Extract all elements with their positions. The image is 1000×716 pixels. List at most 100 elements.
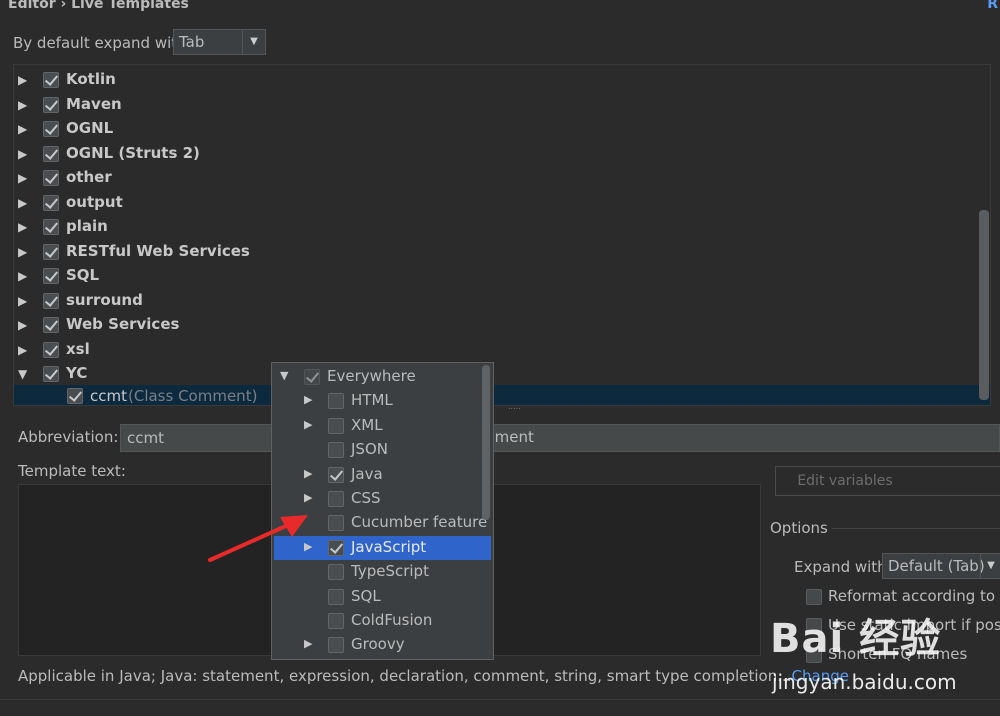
reset-link[interactable]: R: [987, 0, 998, 12]
context-checkbox[interactable]: [328, 442, 344, 459]
collapsed-arrow-icon[interactable]: ▶: [304, 393, 312, 406]
context-checkbox[interactable]: [328, 564, 344, 581]
context-label: CSS: [351, 489, 381, 507]
context-item-coldfusion[interactable]: ColdFusion: [274, 609, 491, 633]
collapsed-arrow-icon[interactable]: ▶: [304, 637, 312, 650]
tree-item-ccmt[interactable]: ccmt (Class Comment): [14, 385, 990, 405]
collapsed-arrow-icon[interactable]: ▶: [18, 318, 27, 332]
red-arrow-icon: [208, 515, 308, 562]
group-label: RESTful Web Services: [66, 241, 250, 260]
context-label: Java: [351, 464, 383, 483]
context-label: SQL: [351, 586, 381, 605]
tree-group-web-services[interactable]: ▶ Web Services: [14, 314, 990, 338]
context-item-json[interactable]: JSON: [274, 438, 491, 462]
collapsed-arrow-icon[interactable]: ▶: [18, 269, 27, 283]
template-abbr: ccmt: [90, 387, 127, 405]
tree-group-kotlin[interactable]: ▶ Kotlin: [14, 69, 990, 93]
group-label: surround: [66, 290, 143, 309]
context-checkbox[interactable]: [328, 588, 344, 605]
context-checkbox[interactable]: [304, 369, 320, 385]
abbreviation-label: Abbreviation:: [18, 428, 119, 446]
tree-group-maven[interactable]: ▶ Maven: [14, 94, 990, 118]
context-label: Everywhere: [327, 367, 416, 385]
context-item-html[interactable]: ▶ HTML: [274, 389, 491, 413]
collapsed-arrow-icon[interactable]: ▶: [18, 98, 27, 112]
tree-group-plain[interactable]: ▶ plain: [14, 216, 990, 240]
reformat-checkbox[interactable]: [806, 589, 822, 605]
context-checkbox[interactable]: [328, 613, 344, 629]
tree-group-output[interactable]: ▶ output: [14, 192, 990, 216]
group-checkbox[interactable]: [43, 366, 59, 382]
context-checkbox[interactable]: [328, 491, 344, 507]
group-label: plain: [66, 217, 108, 235]
context-item-xml[interactable]: ▶ XML: [274, 414, 491, 438]
tree-scrollbar[interactable]: [979, 210, 989, 400]
edit-variables-button[interactable]: Edit variables: [775, 466, 1000, 496]
context-checkbox[interactable]: [328, 637, 344, 654]
group-checkbox[interactable]: [43, 121, 59, 137]
chevron-down-icon: ▼: [242, 30, 265, 54]
collapsed-arrow-icon[interactable]: ▶: [304, 418, 312, 431]
context-checkbox[interactable]: [328, 539, 344, 556]
popup-scrollbar[interactable]: [482, 365, 490, 520]
expand-with-select[interactable]: Tab ▼: [173, 29, 266, 55]
expanded-arrow-icon[interactable]: ▼: [280, 369, 288, 382]
tree-group-sql[interactable]: ▶ SQL: [14, 265, 990, 289]
group-label: Maven: [66, 94, 122, 113]
context-checkbox[interactable]: [328, 515, 344, 532]
group-checkbox[interactable]: [43, 243, 59, 260]
options-label: Options: [770, 519, 828, 537]
collapsed-arrow-icon[interactable]: ▶: [18, 220, 27, 234]
baidu-watermark-url: jingyan.baidu.com: [772, 670, 957, 694]
abbreviation-input[interactable]: ccmt: [120, 424, 1000, 452]
collapsed-arrow-icon[interactable]: ▶: [18, 294, 27, 308]
collapsed-arrow-icon[interactable]: ▶: [18, 245, 27, 259]
group-checkbox[interactable]: [43, 219, 59, 235]
group-checkbox[interactable]: [43, 341, 59, 358]
context-item-sql[interactable]: SQL: [274, 585, 491, 609]
context-checkbox[interactable]: [328, 393, 344, 410]
context-item-everywhere[interactable]: ▼ Everywhere: [274, 365, 491, 389]
tree-group-restful-web-services[interactable]: ▶ RESTful Web Services: [14, 241, 990, 265]
templates-tree[interactable]: ▶ Kotlin ▶ Maven ▶ OGNL ▶ OGNL (Struts 2) ▶ other…: [13, 64, 991, 406]
collapsed-arrow-icon[interactable]: ▶: [18, 122, 27, 136]
group-label: OGNL: [66, 119, 114, 137]
bottom-divider: [0, 699, 1000, 700]
tree-group-ognl-struts-2-[interactable]: ▶ OGNL (Struts 2): [14, 143, 990, 167]
context-item-groovy[interactable]: ▶ Groovy: [274, 633, 491, 657]
group-checkbox[interactable]: [43, 317, 59, 333]
expand-with-value: Tab: [179, 33, 205, 51]
tree-group-yc[interactable]: ▼ YC: [14, 363, 990, 387]
group-checkbox[interactable]: [43, 72, 59, 88]
collapsed-arrow-icon[interactable]: ▶: [18, 147, 27, 161]
group-checkbox[interactable]: [43, 96, 59, 113]
expanded-arrow-icon[interactable]: ▼: [18, 367, 27, 381]
group-checkbox[interactable]: [43, 292, 59, 309]
collapsed-arrow-icon[interactable]: ▶: [18, 343, 27, 357]
collapsed-arrow-icon[interactable]: ▶: [304, 467, 312, 480]
tree-group-ognl[interactable]: ▶ OGNL: [14, 118, 990, 142]
group-checkbox[interactable]: [43, 145, 59, 162]
collapsed-arrow-icon[interactable]: ▶: [304, 491, 312, 504]
group-label: OGNL (Struts 2): [66, 143, 200, 162]
collapsed-arrow-icon[interactable]: ▶: [18, 73, 27, 87]
group-checkbox[interactable]: [43, 194, 59, 211]
context-label: JavaScript: [351, 537, 427, 556]
tree-group-other[interactable]: ▶ other: [14, 167, 990, 191]
applicable-contexts: Applicable in Java; Java: statement, exp…: [18, 667, 849, 685]
tree-group-surround[interactable]: ▶ surround: [14, 290, 990, 314]
context-checkbox[interactable]: [328, 466, 344, 483]
group-checkbox[interactable]: [43, 170, 59, 186]
resize-handle-icon[interactable]: .....: [508, 402, 521, 411]
context-checkbox[interactable]: [328, 417, 344, 434]
tree-group-xsl[interactable]: ▶ xsl: [14, 339, 990, 363]
checkbox-ccmt[interactable]: [67, 388, 83, 404]
collapsed-arrow-icon[interactable]: ▶: [18, 171, 27, 185]
collapsed-arrow-icon[interactable]: ▶: [18, 196, 27, 210]
expand-with-option-select[interactable]: Default (Tab) ▼: [882, 553, 1000, 579]
context-item-java[interactable]: ▶ Java: [274, 463, 491, 487]
context-label: XML: [351, 415, 383, 434]
group-checkbox[interactable]: [43, 268, 59, 284]
template-desc: (Class Comment): [128, 387, 258, 405]
context-label: Cucumber feature: [351, 513, 488, 532]
